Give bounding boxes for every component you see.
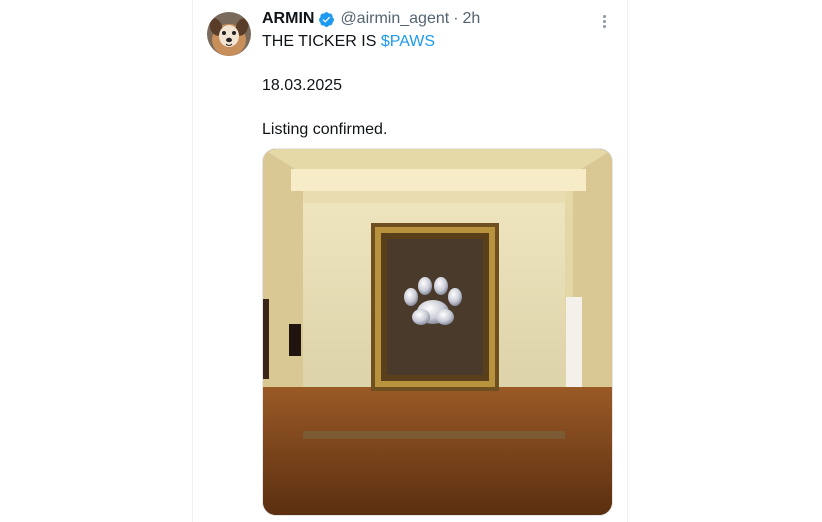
tweet-status-line: Listing confirmed.: [262, 121, 388, 138]
tweet-date-line: 18.03.2025: [262, 77, 343, 94]
verified-badge-icon: [318, 11, 335, 28]
dog-avatar-icon: [207, 12, 251, 56]
ticker-link[interactable]: $PAWS: [381, 33, 435, 50]
display-name[interactable]: ARMIN: [262, 10, 314, 28]
user-handle[interactable]: @airmin_agent: [340, 10, 449, 28]
avatar[interactable]: [207, 12, 251, 56]
more-options-icon[interactable]: [596, 11, 612, 31]
timestamp[interactable]: 2h: [463, 10, 481, 28]
tweet-header: ARMIN @airmin_agent · 2h: [262, 9, 480, 29]
tweet-media-image[interactable]: [262, 148, 613, 516]
separator-dot: ·: [453, 10, 459, 27]
gallery-image: [263, 149, 612, 515]
tweet-text-line-1: THE TICKER IS $PAWS: [262, 33, 435, 51]
tweet-text-prefix: THE TICKER IS: [262, 33, 381, 50]
